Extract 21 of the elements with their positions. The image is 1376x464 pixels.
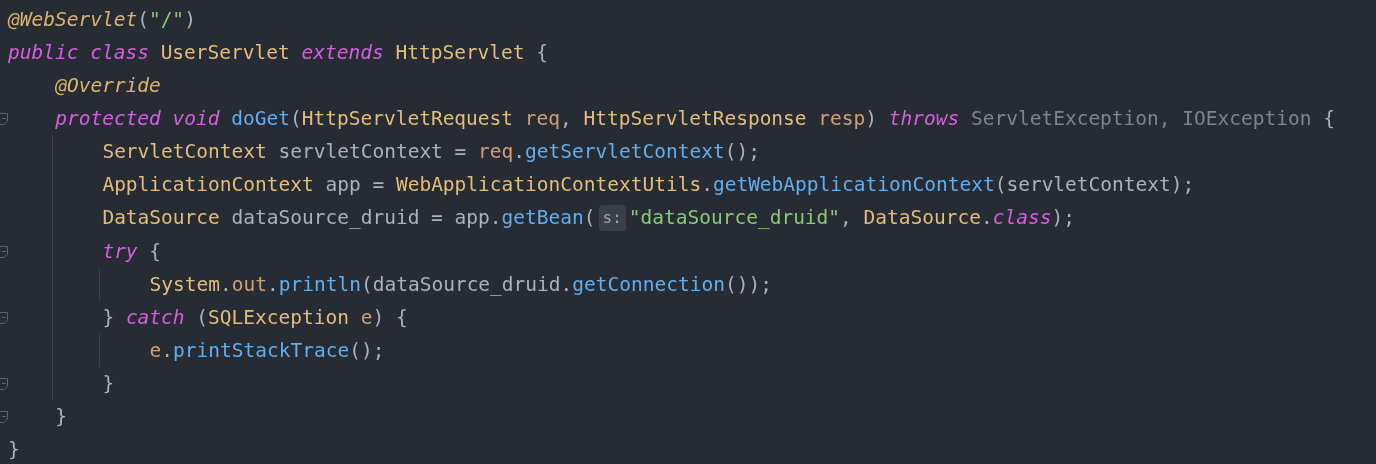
- code-text: @Override: [55, 73, 161, 100]
- parameter-hint: s:: [598, 205, 626, 232]
- code-text: }: [102, 370, 115, 397]
- code-text: "dataSource_druid", DataSource.class);: [628, 205, 1075, 232]
- code-text: ApplicationContext app = WebApplicationContextUtils.getWebApplicationContext(servletContext);: [102, 172, 1195, 199]
- code-text: public class UserServlet extends HttpServlet {: [8, 40, 549, 66]
- code-text: e.printStackTrace();: [149, 337, 385, 364]
- fold-icon[interactable]: [0, 245, 8, 258]
- code-text: protected void doGet(HttpServletRequest req, HttpServletResponse resp) throws ServletException, IOException {: [55, 106, 1335, 133]
- fold-icon[interactable]: [0, 311, 8, 324]
- code-text: } catch (SQLException e) {: [102, 304, 408, 331]
- code-text: }: [8, 437, 20, 464]
- fold-icon[interactable]: [0, 411, 8, 424]
- code-text: @WebServlet("/"): [8, 6, 196, 33]
- code-text: DataSource dataSource_druid = app.getBean(: [102, 205, 596, 232]
- code-text: ServletContext servletContext = req.getServletContext();: [102, 139, 760, 166]
- code-text: System.out.println(dataSource_druid.getConnection());: [149, 271, 772, 298]
- fold-icon[interactable]: [0, 378, 8, 391]
- fold-icon[interactable]: [0, 113, 8, 126]
- code-text: try {: [102, 238, 162, 265]
- code-text: }: [55, 404, 67, 431]
